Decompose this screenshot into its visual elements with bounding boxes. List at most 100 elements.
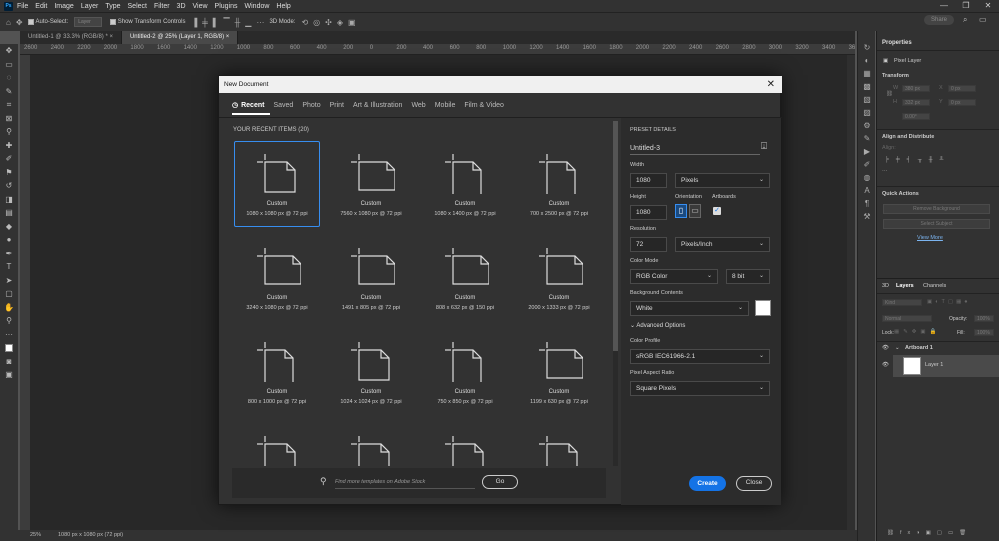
- layer-kind-filter[interactable]: Kind: [882, 299, 922, 306]
- distribute-more-icon[interactable]: ···: [882, 168, 888, 174]
- properties-icon[interactable]: ⚙: [858, 119, 876, 132]
- artboard-tool-icon[interactable]: ▭: [0, 58, 18, 72]
- patterns-icon[interactable]: ▨: [858, 106, 876, 119]
- transform-angle-field[interactable]: 0.00°: [902, 113, 930, 120]
- transform-heading[interactable]: Transform: [882, 73, 909, 79]
- landscape-orientation-icon[interactable]: ▭: [689, 204, 701, 218]
- create-button[interactable]: Create: [689, 476, 726, 491]
- menu-image[interactable]: Image: [54, 3, 73, 10]
- remove-background-button[interactable]: Remove Background: [883, 204, 990, 214]
- healing-brush-tool-icon[interactable]: ✚: [0, 139, 18, 153]
- stock-search-input[interactable]: Find more templates on Adobe Stock: [335, 475, 475, 489]
- tab-film-video[interactable]: Film & Video: [464, 102, 504, 109]
- quick-actions-heading[interactable]: Quick Actions: [882, 191, 919, 197]
- paths-icon[interactable]: ✎: [858, 132, 876, 145]
- background-contents-select[interactable]: White ⌄: [630, 301, 749, 316]
- link-icon[interactable]: ⛓: [886, 91, 893, 97]
- width-input[interactable]: 1080: [630, 173, 667, 188]
- menu-3d[interactable]: 3D: [177, 3, 186, 10]
- tab-mobile[interactable]: Mobile: [435, 102, 456, 109]
- save-preset-icon[interactable]: ⍗: [761, 141, 767, 152]
- recent-item[interactable]: Custom 2000 x 1333 px @ 72 ppi: [516, 235, 602, 321]
- artboard-visibility-icon[interactable]: 👁: [882, 345, 889, 351]
- dialog-close-icon[interactable]: ✕: [767, 77, 775, 92]
- crop-tool-icon[interactable]: ⌗: [0, 98, 18, 112]
- layer-1-name[interactable]: Layer 1: [925, 362, 943, 368]
- workspace-icon[interactable]: ▭: [979, 15, 987, 24]
- color-profile-select[interactable]: sRGB IEC61966-2.1 ⌄: [630, 349, 770, 364]
- recent-item[interactable]: Custom 1080 x 1080 px @ 72 ppi: [234, 141, 320, 227]
- menu-select[interactable]: Select: [128, 3, 147, 10]
- actions-icon[interactable]: ▶: [858, 145, 876, 158]
- minimize-button[interactable]: —: [933, 0, 955, 12]
- character-icon[interactable]: A: [858, 184, 876, 197]
- zoom-tool-icon[interactable]: ⚲: [0, 314, 18, 328]
- auto-select-checkbox[interactable]: [27, 19, 34, 25]
- rectangle-tool-icon[interactable]: ▢: [0, 287, 18, 301]
- tool-presets-icon[interactable]: ⚒: [858, 210, 876, 223]
- path-select-tool-icon[interactable]: ➤: [0, 274, 18, 288]
- bit-depth-select[interactable]: 8 bit ⌄: [726, 269, 770, 284]
- tab-saved[interactable]: Saved: [273, 102, 293, 109]
- transform-x-field[interactable]: 0 px: [948, 85, 976, 92]
- show-transform-checkbox[interactable]: [109, 19, 116, 25]
- menu-help[interactable]: Help: [276, 3, 290, 10]
- tab-layers[interactable]: Layers: [896, 283, 914, 289]
- tab-3d[interactable]: 3D: [882, 283, 889, 289]
- menu-type[interactable]: Type: [105, 3, 120, 10]
- eraser-tool-icon[interactable]: ◨: [0, 193, 18, 207]
- type-tool-icon[interactable]: T: [0, 260, 18, 274]
- align-right-icon[interactable]: ▌: [213, 18, 219, 27]
- align-icons[interactable]: ╞╪╡╥╫╨: [885, 157, 950, 163]
- recent-item[interactable]: Custom 1080 x 1400 px @ 72 ppi: [422, 141, 508, 227]
- frame-tool-icon[interactable]: ⊠: [0, 112, 18, 126]
- recent-item[interactable]: Custom 3240 x 1080 px @ 72 ppi: [234, 235, 320, 321]
- orbit-3d-icon[interactable]: ⟲: [301, 18, 308, 27]
- dodge-tool-icon[interactable]: ●: [0, 233, 18, 247]
- menu-view[interactable]: View: [193, 3, 208, 10]
- tab-recent[interactable]: ◷ Recent: [232, 101, 264, 110]
- go-button[interactable]: Go: [482, 475, 518, 489]
- edit-quick-mask-icon[interactable]: ◙: [0, 355, 18, 369]
- align-left-icon[interactable]: ▐: [191, 18, 197, 27]
- menu-filter[interactable]: Filter: [154, 3, 170, 10]
- layers-footer-icons[interactable]: ⛓fx◑▣▢▭🗑: [887, 530, 972, 536]
- pixel-aspect-ratio-select[interactable]: Square Pixels ⌄: [630, 381, 770, 396]
- resolution-input[interactable]: 72: [630, 237, 667, 252]
- more-options-icon[interactable]: ···: [256, 18, 264, 27]
- artboard-layer-name[interactable]: Artboard 1: [905, 345, 933, 351]
- document-name-input[interactable]: Untitled-3: [630, 142, 760, 155]
- transform-w-field[interactable]: 380 px: [902, 85, 930, 92]
- pan-3d-icon[interactable]: ✣: [325, 18, 332, 27]
- doc-tab-untitled-2[interactable]: Untitled-2 @ 25% (Layer 1, RGB/8) ×: [121, 31, 239, 44]
- recent-items-scrollbar[interactable]: [613, 121, 618, 466]
- select-subject-button[interactable]: Select Subject: [883, 219, 990, 229]
- brush-settings-icon[interactable]: ✐: [858, 158, 876, 171]
- more-tools-icon[interactable]: ···: [0, 328, 18, 342]
- transform-y-field[interactable]: 0 px: [948, 99, 976, 106]
- share-button[interactable]: Share: [923, 15, 954, 25]
- menu-file[interactable]: File: [17, 3, 28, 10]
- recent-item[interactable]: Custom 700 x 2500 px @ 72 ppi: [516, 141, 602, 227]
- resolution-unit-select[interactable]: Pixels/Inch ⌄: [675, 237, 770, 252]
- tab-web[interactable]: Web: [411, 102, 425, 109]
- layer-filter-icons[interactable]: ▣◐T▢▦●: [927, 299, 971, 305]
- align-middle-icon[interactable]: ╫: [235, 18, 241, 27]
- color-swatches-icon[interactable]: [0, 341, 18, 355]
- menu-window[interactable]: Window: [245, 3, 270, 10]
- channels-icon[interactable]: ◍: [858, 171, 876, 184]
- maximize-button[interactable]: ❐: [955, 0, 977, 12]
- zoom-level[interactable]: 25%: [30, 532, 41, 538]
- recent-item[interactable]: Custom 808 x 632 px @ 150 ppi: [422, 235, 508, 321]
- recent-item[interactable]: Custom 7560 x 1080 px @ 72 ppi: [328, 141, 414, 227]
- clone-stamp-tool-icon[interactable]: ⚑: [0, 166, 18, 180]
- slide-3d-icon[interactable]: ◈: [337, 18, 343, 27]
- canvas-scrollbar[interactable]: [847, 55, 855, 530]
- recent-item[interactable]: Custom 1491 x 805 px @ 72 ppi: [328, 235, 414, 321]
- recent-item[interactable]: Custom 1199 x 630 px @ 72 ppi: [516, 329, 602, 415]
- opacity-field[interactable]: 100%: [974, 315, 994, 322]
- tab-print[interactable]: Print: [330, 102, 344, 109]
- blur-tool-icon[interactable]: ◆: [0, 220, 18, 234]
- view-more-link[interactable]: View More: [917, 235, 943, 241]
- lock-icons[interactable]: ▦✎✥▣🔒: [894, 329, 940, 335]
